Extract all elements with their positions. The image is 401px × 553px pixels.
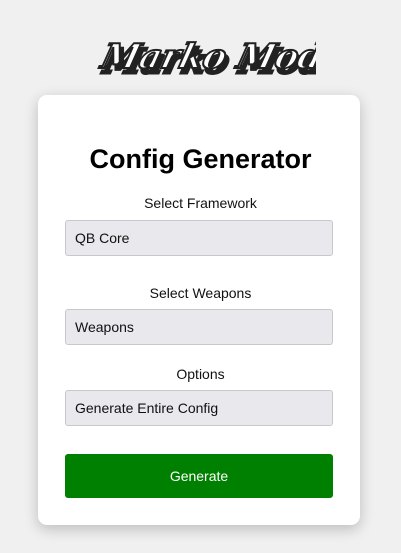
options-label: Options bbox=[176, 366, 225, 382]
logo-graphic: Marko Mods Marko Mods bbox=[95, 36, 316, 83]
weapons-label: Select Weapons bbox=[149, 285, 252, 301]
weapons-select[interactable]: Weapons bbox=[65, 309, 333, 345]
page: Marko Mods Marko Mods Config Generator S… bbox=[0, 0, 401, 553]
options-select[interactable]: Generate Entire Config bbox=[65, 390, 333, 426]
framework-select[interactable]: QB Core bbox=[65, 220, 333, 256]
marko-mods-logo: Marko Mods Marko Mods bbox=[0, 18, 401, 90]
page-title: Config Generator bbox=[89, 144, 312, 174]
logo-text: Marko Mods bbox=[96, 37, 316, 76]
generate-button[interactable]: Generate bbox=[65, 454, 333, 498]
framework-label: Select Framework bbox=[144, 195, 257, 211]
